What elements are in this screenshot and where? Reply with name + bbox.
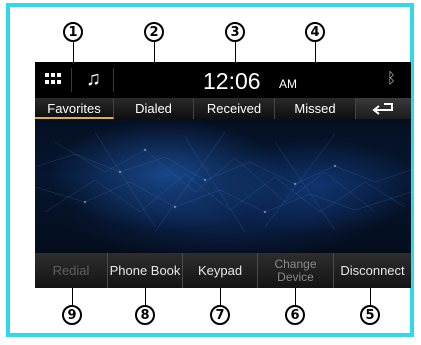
callout-leader-8 bbox=[145, 288, 146, 305]
tab-missed[interactable]: Missed bbox=[275, 98, 356, 119]
callout-leader-9 bbox=[72, 288, 73, 305]
music-note-icon[interactable]: ♫ bbox=[86, 68, 101, 91]
tab-favorites[interactable]: Favorites bbox=[35, 98, 114, 119]
keypad-button[interactable]: Keypad bbox=[183, 253, 258, 288]
status-bar: ♫ 12:06 AM ᛒ bbox=[35, 62, 411, 98]
callout-7: 7 bbox=[210, 305, 230, 325]
callout-3: 3 bbox=[225, 22, 245, 42]
callout-1: 1 bbox=[63, 22, 83, 42]
status-separator bbox=[71, 68, 72, 92]
callout-9: 9 bbox=[62, 305, 82, 325]
tab-dialed[interactable]: Dialed bbox=[114, 98, 194, 119]
callout-4: 4 bbox=[305, 22, 325, 42]
clock-time: 12:06 bbox=[203, 68, 261, 94]
tab-received[interactable]: Received bbox=[194, 98, 275, 119]
grid-menu-icon[interactable] bbox=[45, 73, 61, 85]
change-device-button[interactable]: Change Device bbox=[258, 253, 334, 288]
phone-screen: ♫ 12:06 AM ᛒ Favorites Dialed Received M… bbox=[35, 62, 411, 288]
callout-leader-7 bbox=[220, 288, 221, 305]
disconnect-button[interactable]: Disconnect bbox=[334, 253, 411, 288]
back-arrow-icon bbox=[371, 103, 393, 115]
callout-6: 6 bbox=[285, 305, 305, 325]
bluetooth-icon: ᛒ bbox=[387, 70, 397, 87]
phone-book-button[interactable]: Phone Book bbox=[108, 253, 183, 288]
phone-action-bar: Redial Phone Book Keypad Change Device D… bbox=[35, 253, 411, 288]
redial-button[interactable]: Redial bbox=[35, 253, 108, 288]
callout-8: 8 bbox=[135, 305, 155, 325]
back-button[interactable] bbox=[356, 98, 411, 119]
status-separator bbox=[113, 68, 114, 92]
call-history-tabs: Favorites Dialed Received Missed bbox=[35, 98, 411, 119]
callout-2: 2 bbox=[144, 22, 164, 42]
callout-leader-6 bbox=[295, 288, 296, 305]
clock-ampm: AM bbox=[279, 77, 297, 91]
callout-leader-5 bbox=[370, 288, 371, 305]
callout-5: 5 bbox=[360, 305, 380, 325]
